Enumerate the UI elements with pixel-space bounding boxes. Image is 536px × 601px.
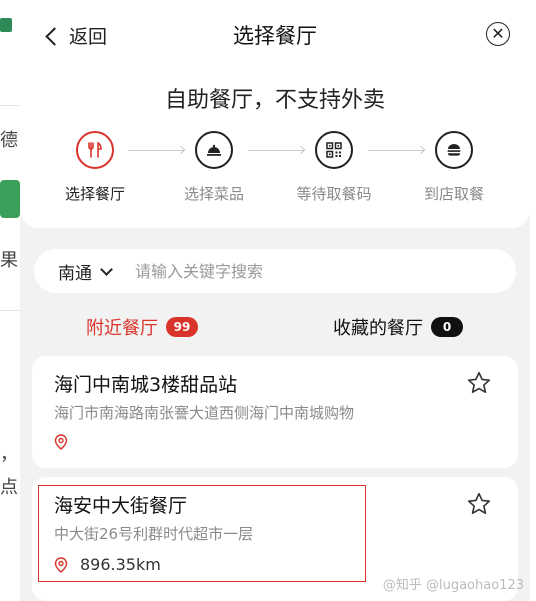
chevron-down-icon: [100, 262, 113, 276]
background-app-edge: [529, 0, 536, 601]
close-icon[interactable]: ✕: [486, 22, 510, 46]
restaurant-distance: [54, 434, 80, 450]
star-favorite-icon[interactable]: [466, 491, 492, 517]
fork-knife-icon: [76, 131, 114, 169]
step-wait-code: 等待取餐码: [284, 131, 384, 204]
tab-label: 附近餐厅: [86, 318, 158, 339]
background-text: ，: [0, 444, 18, 465]
background-text: 果: [0, 250, 18, 271]
page-subtitle: 自助餐厅，不支持外卖: [164, 88, 385, 113]
background-logo-icon: [0, 18, 12, 32]
annotation-highlight-box: [38, 485, 366, 582]
cloche-icon: [195, 131, 233, 169]
divider: [0, 310, 20, 311]
page-title: 选择餐厅: [233, 24, 317, 48]
restaurant-name: 海门中南城3楼甜品站: [54, 374, 238, 396]
step-label: 选择菜品: [183, 185, 244, 203]
background-text: 点: [0, 477, 18, 498]
background-thumbnail: [0, 180, 20, 218]
count-badge: 0: [431, 317, 463, 337]
divider: [0, 105, 20, 106]
header-card: 返回 选择餐厅 ✕ 自助餐厅，不支持外卖 选择餐厅 选择菜品 等待取餐码 到店取…: [20, 0, 530, 228]
location-pin-icon: [54, 434, 68, 450]
step-label: 选择餐厅: [64, 185, 125, 203]
background-app-strip: 德 果 ， 点: [0, 0, 21, 601]
qr-code-icon: [315, 131, 353, 169]
step-pickup: 到店取餐: [404, 131, 504, 204]
step-select-dish: 选择菜品: [164, 131, 264, 204]
restaurant-picker-sheet: 返回 选择餐厅 ✕ 自助餐厅，不支持外卖 选择餐厅 选择菜品 等待取餐码 到店取…: [20, 0, 530, 601]
step-label: 等待取餐码: [296, 185, 372, 203]
tab-nearby[interactable]: 附近餐厅 99: [86, 314, 198, 340]
star-favorite-icon[interactable]: [466, 370, 492, 396]
city-selector[interactable]: 南通: [58, 259, 113, 284]
background-text: 德: [0, 130, 18, 151]
restaurant-card[interactable]: 海门中南城3楼甜品站 海门市南海路南张謇大道西侧海门中南城购物: [32, 356, 518, 468]
search-input[interactable]: [133, 260, 437, 282]
burger-icon: [435, 131, 473, 169]
step-label: 到店取餐: [423, 185, 484, 203]
count-badge: 99: [166, 317, 198, 337]
city-label: 南通: [58, 263, 92, 284]
watermark: @知乎 @lugaohao123: [382, 578, 524, 593]
search-bar: 南通: [34, 249, 516, 293]
step-select-restaurant: 选择餐厅: [45, 131, 145, 204]
restaurant-address: 海门市南海路南张謇大道西侧海门中南城购物: [54, 404, 355, 422]
tab-label: 收藏的餐厅: [333, 318, 423, 339]
tab-favorites[interactable]: 收藏的餐厅 0: [333, 314, 463, 340]
